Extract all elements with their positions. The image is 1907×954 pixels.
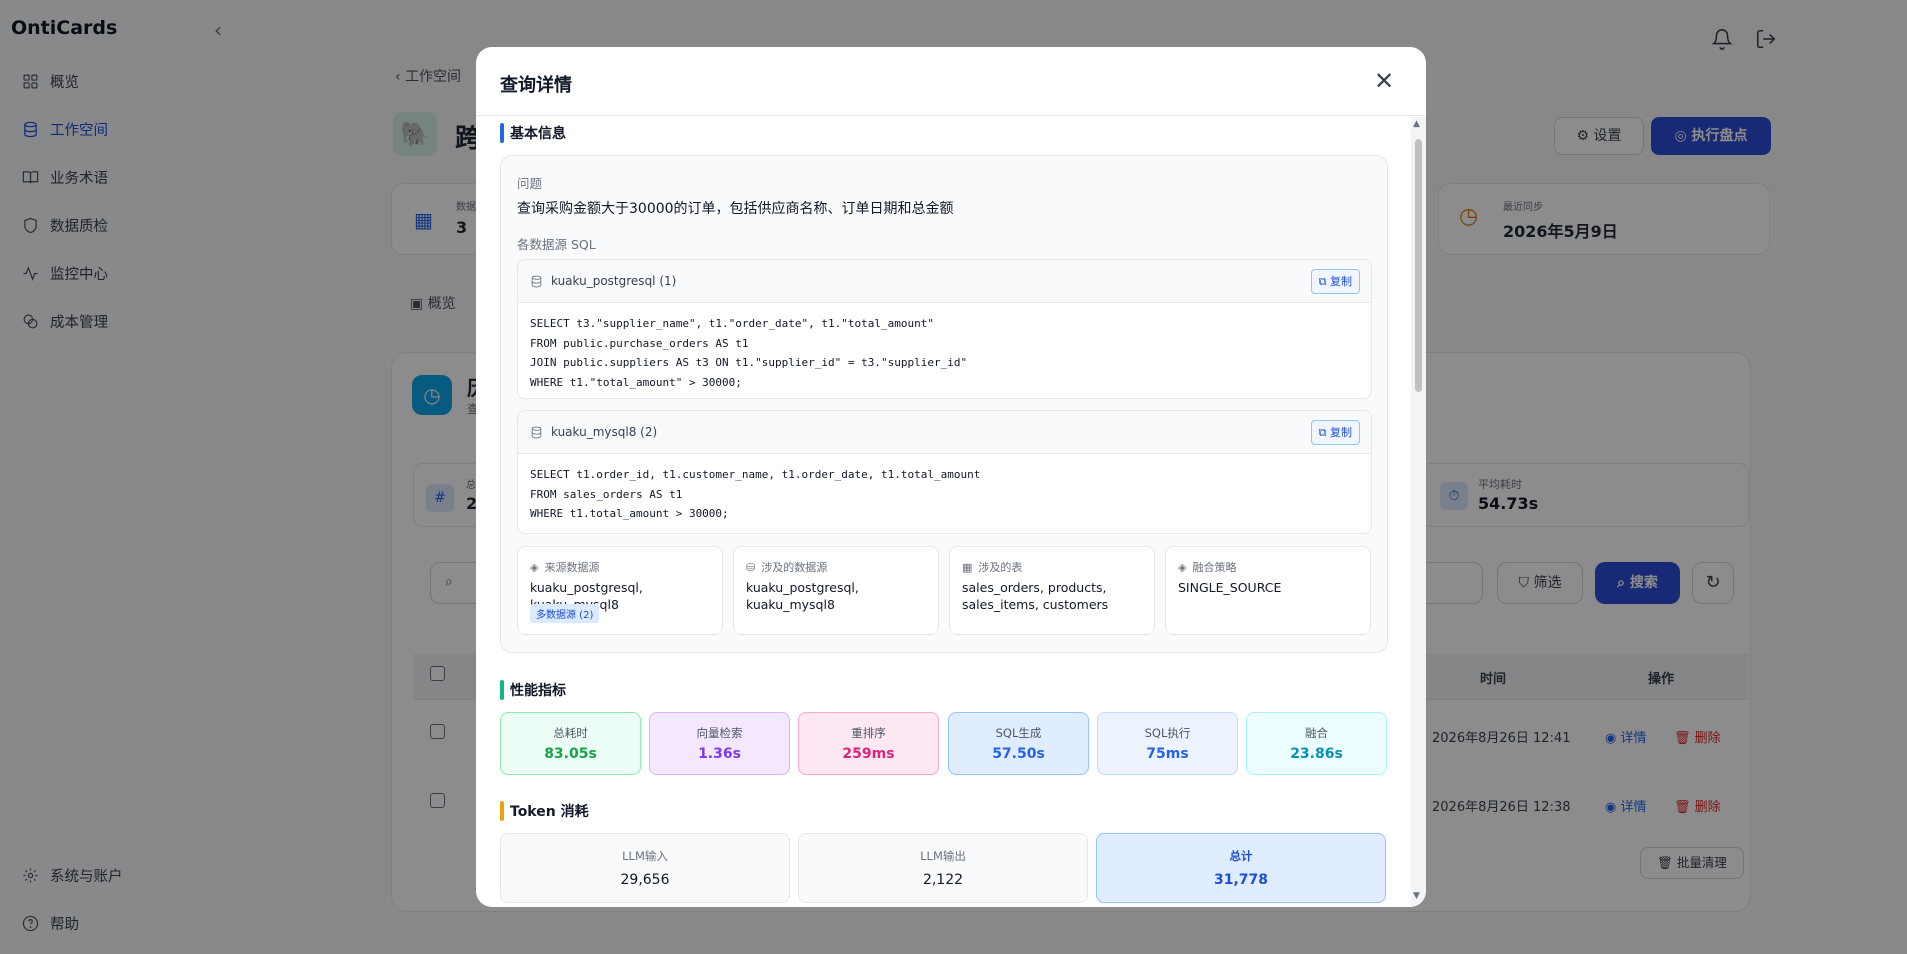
perf-label: SQL执行	[1144, 726, 1191, 740]
sql-block-header: kuaku_postgresql (1) ⧉ 复制	[518, 260, 1371, 303]
database-icon	[531, 275, 542, 287]
scroll-down-icon[interactable]: ▼	[1413, 891, 1420, 901]
layers-icon: ◈	[1178, 560, 1187, 574]
sql-code: SELECT t1.order_id, t1.customer_name, t1…	[530, 468, 981, 520]
perf-label: 向量检索	[696, 726, 743, 740]
modal-header: 查询详情 ✕	[476, 47, 1426, 116]
info-card-involved-sources: ⛁ 涉及的数据源 kuaku_postgresql, kuaku_mysql8	[733, 546, 939, 635]
layers-icon: ◈	[530, 560, 539, 574]
perf-value: 259ms	[842, 746, 895, 762]
question-text: 查询采购金额大于30000的订单，包括供应商名称、订单日期和总金额	[517, 201, 954, 217]
perf-value: 75ms	[1146, 746, 1189, 762]
query-detail-modal: 查询详情 ✕ 基本信息 问题 查询采购金额大于30000的订单，包括供应商名称、…	[476, 47, 1426, 907]
token-output-card: LLM输出 2,122	[798, 833, 1088, 903]
sql-source-name: kuaku_mysql8 (2)	[551, 425, 658, 439]
perf-card: 融合 23.86s	[1246, 712, 1387, 775]
copy-button[interactable]: ⧉ 复制	[1310, 420, 1360, 445]
token-total-card: 总计 31,778	[1096, 833, 1386, 903]
basic-info-box: 问题 查询采购金额大于30000的订单，包括供应商名称、订单日期和总金额 各数据…	[500, 155, 1388, 653]
perf-card: SQL生成 57.50s	[948, 712, 1089, 775]
sql-block: kuaku_mysql8 (2) ⧉ 复制 SELECT t1.order_id…	[517, 410, 1372, 534]
close-icon[interactable]: ✕	[1374, 67, 1394, 95]
info-card-tables: ▦ 涉及的表 sales_orders, products, sales_item…	[949, 546, 1155, 635]
perf-card: 重排序 259ms	[798, 712, 939, 775]
info-card-strategy: ◈ 融合策略 SINGLE_SOURCE	[1165, 546, 1371, 635]
sql-section-label: 各数据源 SQL	[517, 237, 596, 252]
token-input-card: LLM输入 29,656	[500, 833, 790, 903]
perf-label: 重排序	[851, 726, 886, 740]
modal-title: 查询详情	[500, 75, 572, 96]
info-card-source: ◈来源数据源 kuaku_postgresql, kuaku_mysql8 多数…	[517, 546, 723, 635]
section-basic-info: 基本信息	[500, 123, 566, 143]
perf-label: SQL生成	[995, 726, 1042, 740]
scrollbar-thumb[interactable]	[1415, 139, 1422, 392]
sql-block: kuaku_postgresql (1) ⧉ 复制 SELECT t3."sup…	[517, 259, 1372, 399]
perf-label: 总耗时	[553, 726, 588, 740]
perf-card: 总耗时 83.05s	[500, 712, 641, 775]
scroll-up-icon[interactable]: ▲	[1413, 119, 1420, 129]
perf-card: SQL执行 75ms	[1097, 712, 1238, 775]
sql-block-header: kuaku_mysql8 (2) ⧉ 复制	[518, 411, 1371, 454]
database-icon	[531, 426, 542, 438]
database-icon: ⛁	[746, 560, 756, 574]
question-label: 问题	[517, 176, 543, 191]
table-icon: ▦	[962, 560, 973, 574]
multi-source-badge: 多数据源 (2)	[530, 604, 600, 623]
section-token: Token 消耗	[500, 801, 589, 821]
perf-value: 1.36s	[698, 746, 741, 762]
perf-value: 23.86s	[1290, 746, 1343, 762]
perf-value: 57.50s	[992, 746, 1045, 762]
copy-button[interactable]: ⧉ 复制	[1310, 269, 1360, 294]
perf-value: 83.05s	[544, 746, 597, 762]
perf-card: 向量检索 1.36s	[649, 712, 790, 775]
sql-source-name: kuaku_postgresql (1)	[551, 274, 677, 288]
sql-code: SELECT t3."supplier_name", t1."order_dat…	[530, 317, 968, 389]
perf-label: 融合	[1305, 726, 1328, 740]
section-performance: 性能指标	[500, 680, 566, 700]
